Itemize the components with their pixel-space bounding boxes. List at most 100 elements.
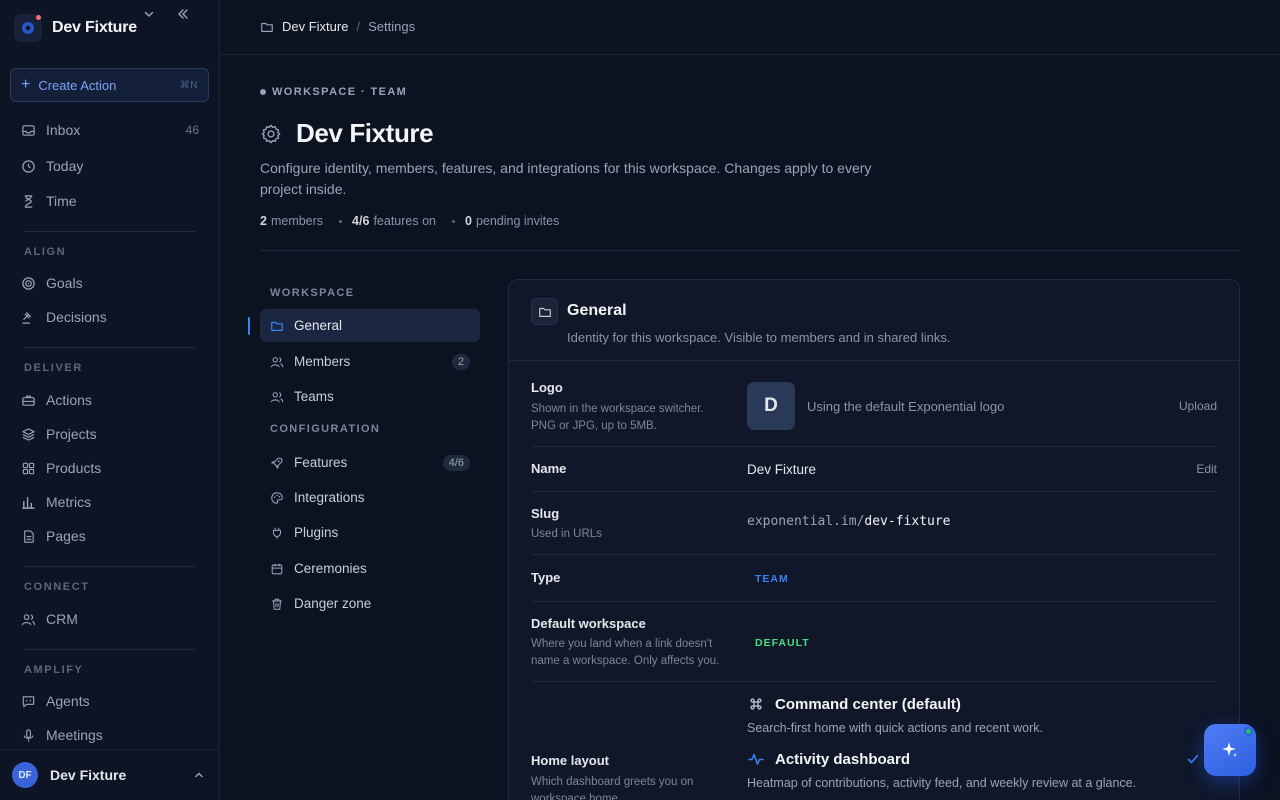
divider [531,554,1217,555]
sidebar-item-pages[interactable]: Pages [10,521,209,551]
workspace-logo-icon [14,14,42,42]
sidebar-item-projects[interactable]: Projects [10,419,209,449]
sidebar-item-agents[interactable]: Agents [10,686,209,716]
logo-status: Using the default Exponential logo [807,399,1005,414]
collapse-sidebar-icon[interactable] [176,7,190,21]
divider [260,250,1240,251]
sidebar-item-products[interactable]: Products [10,453,209,483]
settings-nav-ceremonies[interactable]: Ceremonies [260,552,480,585]
settings-section-workspace: WORKSPACE [270,287,355,299]
type-label: Type [531,570,561,585]
settings-nav-features[interactable]: Features 4/6 [260,446,480,479]
name-value: Dev Fixture [747,462,817,477]
page-title: Dev Fixture [296,118,434,148]
layout-option-activity-dashboard[interactable]: Activity dashboard [747,750,910,768]
inbox-count: 46 [185,123,199,137]
users-icon [270,390,284,404]
default-workspace-label: Default workspace [531,616,646,631]
section-label-amplify: AMPLIFY [24,664,84,676]
breadcrumb-separator: / [356,19,361,34]
upload-logo-button[interactable]: Upload [1179,399,1217,413]
sidebar-item-label: Today [46,158,84,174]
file-icon [20,528,36,544]
stat-invites: 0 pending invites [464,214,560,228]
calendar-icon [270,562,284,576]
command-icon [747,695,765,713]
user-menu[interactable]: DF Dev Fixture [0,749,219,800]
stat-separator [339,219,343,223]
sidebar-item-label: Products [46,460,102,476]
inbox-icon [20,122,36,138]
layout-option-command-center[interactable]: Command center (default) [747,695,961,713]
sidebar-item-metrics[interactable]: Metrics [10,487,209,517]
divider [24,347,196,348]
logo-help: Shown in the workspace switcher. PNG or … [531,403,704,432]
divider [531,681,1217,682]
users-icon [270,355,284,369]
sidebar-item-today[interactable]: Today [10,151,209,181]
edit-name-button[interactable]: Edit [1196,462,1217,476]
page-description: Configure identity, members, features, a… [260,160,872,197]
stats-row: 2 members 4/6 features on 0 pending invites [260,214,559,228]
sidebar-item-actions[interactable]: Actions [10,385,209,415]
settings-nav-integrations[interactable]: Integrations [260,481,480,514]
layout-option-description: Search-first home with quick actions and… [747,721,1043,735]
slug-label: Slug [531,506,560,521]
members-count-badge: 2 [451,353,470,370]
slug-help: Used in URLs [531,528,602,540]
chevron-down-icon[interactable] [142,7,156,21]
stat-separator [451,219,455,223]
breadcrumb-workspace[interactable]: Dev Fixture [282,19,348,34]
sidebar-item-label: Meetings [46,727,103,743]
create-action-button[interactable]: + Create Action ⌘N [10,68,209,102]
chevron-up-icon [193,769,205,781]
create-action-label: Create Action [38,77,117,93]
gavel-icon [20,309,36,325]
plug-icon [270,526,284,540]
sidebar-item-label: Time [46,193,77,209]
sidebar-item-label: CRM [46,611,78,627]
divider [509,360,1239,361]
bar-chart-icon [20,494,36,510]
settings-nav-label: General [294,318,343,333]
folder-icon [260,20,274,34]
sparkle-icon [1220,740,1240,760]
section-label-align: ALIGN [24,246,67,258]
settings-nav-general[interactable]: General [260,309,480,342]
default-badge: DEFAULT [755,637,810,649]
settings-nav-teams[interactable]: Teams [260,380,480,413]
sidebar-item-label: Pages [46,528,86,544]
section-label-deliver: DELIVER [24,362,83,374]
plus-icon: + [21,76,31,93]
breadcrumb: Dev Fixture / Settings [260,19,415,34]
sidebar-item-time[interactable]: Time [10,186,209,216]
features-count-badge: 4/6 [442,454,470,471]
sidebar-item-inbox[interactable]: Inbox 46 [10,115,209,145]
breadcrumb-current: Settings [368,19,416,34]
type-badge: TEAM [755,573,789,585]
divider [531,601,1217,602]
eyebrow-text: WORKSPACE · TEAM [272,86,408,98]
settings-nav-plugins[interactable]: Plugins [260,516,480,549]
sidebar-item-goals[interactable]: Goals [10,268,209,298]
divider [24,649,196,650]
home-layout-help: Which dashboard greets you on workspace … [531,776,694,800]
assistant-button[interactable] [1204,724,1256,776]
trash-icon [270,597,284,611]
sidebar-item-label: Goals [46,275,83,291]
notification-dot [36,15,41,20]
settings-nav-danger-zone[interactable]: Danger zone [260,587,480,620]
settings-nav-label: Features [294,455,348,470]
sidebar-item-crm[interactable]: CRM [10,604,209,634]
sidebar-item-decisions[interactable]: Decisions [10,302,209,332]
settings-nav-members[interactable]: Members 2 [260,345,480,378]
message-bot-icon [20,693,36,709]
divider [24,566,196,567]
create-action-shortcut: ⌘N [179,79,198,91]
eyebrow-bullet [260,89,266,95]
sidebar: Dev Fixture + Create Action ⌘N Inbox 46 … [0,0,220,800]
settings-nav-label: Danger zone [294,596,372,611]
sidebar-item-meetings[interactable]: Meetings [10,720,209,750]
stat-members: 2 members [260,214,324,228]
online-status-dot [1244,727,1253,736]
